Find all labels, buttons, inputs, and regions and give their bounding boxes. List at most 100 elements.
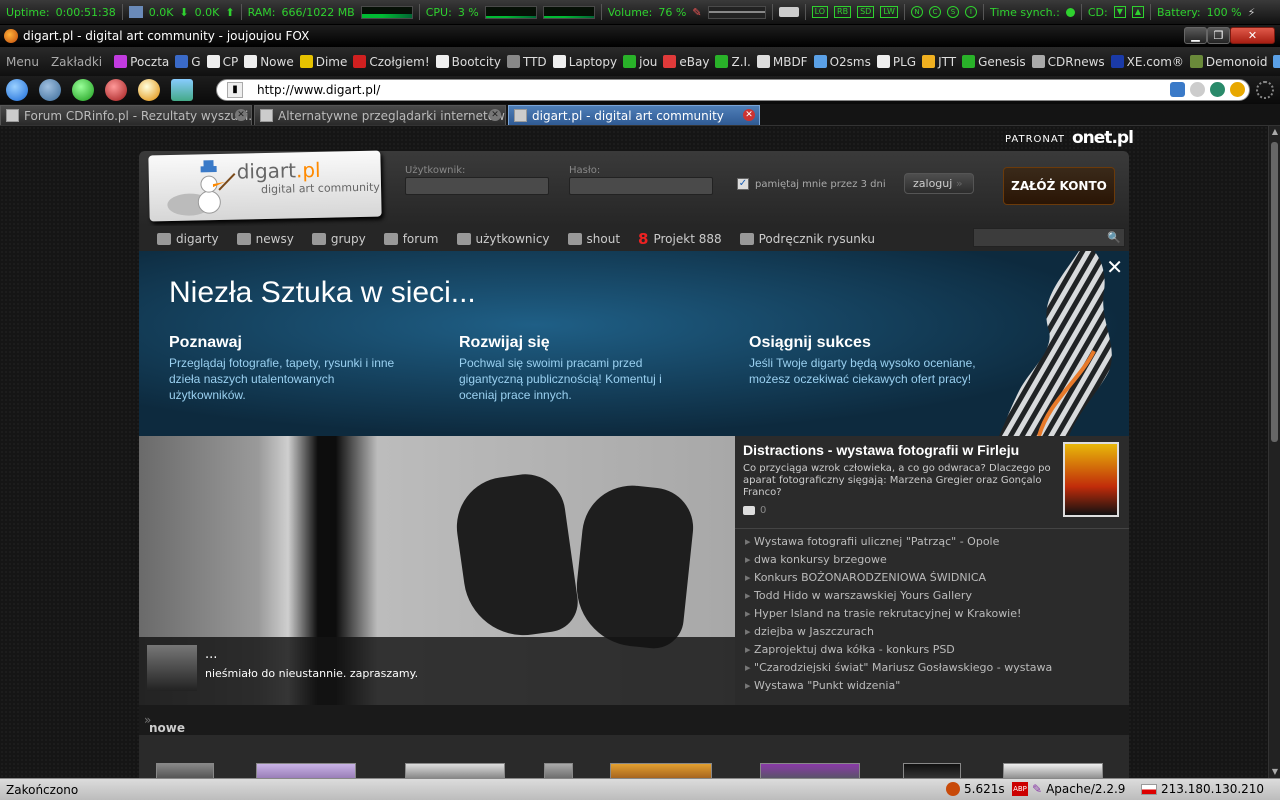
digart-thumbnail[interactable] (903, 763, 961, 778)
adblock-icon[interactable]: ABP (1012, 782, 1028, 796)
nav-item[interactable]: shout (567, 232, 620, 246)
bookmark-item[interactable]: CDRnews (1031, 55, 1105, 69)
featured-title[interactable]: ... (205, 647, 217, 662)
home-clock-icon[interactable] (138, 79, 160, 101)
digart-thumbnail[interactable] (760, 763, 860, 778)
close-banner-icon[interactable]: ✕ (1106, 255, 1123, 279)
digart-thumbnail[interactable] (256, 763, 356, 778)
scrollbar-thumb[interactable] (1271, 142, 1278, 442)
news-item[interactable]: dwa konkursy brzegowe (745, 551, 1052, 569)
digart-thumbnail[interactable] (610, 763, 712, 778)
username-field[interactable] (405, 177, 549, 195)
cd-close-icon[interactable]: ▲ (1131, 6, 1144, 18)
bookmark-item[interactable]: Poczta (114, 55, 169, 69)
site-search-input[interactable]: 🔍 (973, 228, 1125, 247)
nav-item[interactable]: digarty (157, 232, 219, 246)
browser-tab[interactable]: Alternatywne przeglądarki internetow... ✕ (254, 105, 506, 125)
bookmark-item[interactable]: PLG (876, 55, 916, 69)
rss-icon[interactable] (1170, 82, 1185, 97)
menu-button[interactable]: Menu (6, 55, 39, 69)
address-bar[interactable]: ▮ http://www.digart.pl/ (216, 79, 1250, 101)
news-headline[interactable]: Distractions - wystawa fotografii w Firl… (743, 442, 1019, 458)
bookmark-item[interactable]: JTT (922, 55, 956, 69)
image-icon[interactable] (171, 79, 193, 101)
news-item[interactable]: Konkurs BOŻONARODZENIOWA ŚWIDNICA (745, 569, 1052, 587)
onet-logo[interactable]: onet.pl (1072, 128, 1134, 148)
nav-item[interactable]: Podręcznik rysunku (739, 232, 875, 246)
bookmark-item[interactable]: Czołgiem! (353, 55, 430, 69)
author-avatar[interactable] (147, 645, 197, 691)
site-identity-icon[interactable]: ▮ (227, 82, 243, 98)
mute-icon[interactable]: ✎ (692, 6, 701, 19)
bookmark-item[interactable]: XE.com® (1110, 55, 1184, 69)
vertical-scrollbar[interactable]: ▲ ▼ (1268, 126, 1280, 778)
globe-icon[interactable] (1210, 82, 1225, 97)
volume-slider[interactable] (707, 5, 766, 19)
bookmark-label: Genesis (978, 54, 1026, 69)
bookmark-item[interactable]: Genesis (962, 55, 1026, 69)
digart-thumbnail[interactable] (1003, 763, 1103, 778)
nav-item[interactable]: użytkownicy (456, 232, 550, 246)
cpu-value: 3 % (457, 5, 479, 19)
cd-eject-icon[interactable]: ▼ (1113, 6, 1126, 18)
nav-item[interactable]: forum (383, 232, 439, 246)
bookmarks-menu[interactable]: Zakładki (51, 55, 102, 69)
digart-thumbnail[interactable] (544, 763, 573, 778)
bookmark-item[interactable]: G (175, 55, 201, 69)
news-item[interactable]: Hyper Island na trasie rekrutacyjnej w K… (745, 605, 1052, 623)
minimize-button[interactable]: ▁ (1184, 27, 1207, 44)
browser-tab[interactable]: Forum CDRinfo.pl - Rezultaty wyszuki... ✕ (0, 105, 252, 125)
news-item[interactable]: Wystawa fotografii ulicznej "Patrząc" - … (745, 533, 1052, 551)
tab-close-icon[interactable]: ✕ (489, 109, 501, 121)
login-button[interactable]: zaloguj » (904, 173, 974, 194)
bookmark-item[interactable]: Demonoid (1189, 55, 1267, 69)
bookmark-item[interactable]: Laptopy (552, 55, 617, 69)
bookmark-item[interactable]: jou (623, 55, 657, 69)
nav-item[interactable]: 8 Projekt 888 (638, 230, 722, 248)
remember-me[interactable]: ✓ pamiętaj mnie przez 3 dni (737, 178, 886, 190)
forward-icon[interactable] (39, 79, 61, 101)
digart-thumbnail[interactable] (156, 763, 214, 778)
bookmark-item[interactable]: Dime (299, 55, 347, 69)
news-poster[interactable] (1063, 442, 1119, 517)
bookmark-item[interactable]: O2sms (813, 55, 871, 69)
comment-icon (743, 506, 755, 515)
scroll-up-icon[interactable]: ▲ (1269, 126, 1280, 138)
bookmark-item[interactable]: eBay (663, 55, 709, 69)
digart-thumbnail[interactable] (405, 763, 505, 778)
search-icon[interactable]: 🔍 (1106, 230, 1122, 245)
news-item[interactable]: dziejba w Jaszczurach (745, 623, 1052, 641)
maximize-button[interactable]: ❐ (1207, 27, 1230, 44)
news-comments[interactable]: 0 (743, 505, 766, 516)
bookmark-item[interactable]: MBDF (756, 55, 808, 69)
nav-item[interactable]: newsy (236, 232, 294, 246)
news-item[interactable]: Todd Hido w warszawskiej Yours Gallery (745, 587, 1052, 605)
stop-icon[interactable] (105, 79, 127, 101)
close-window-button[interactable]: ✕ (1230, 27, 1275, 44)
url-text[interactable]: http://www.digart.pl/ (257, 83, 380, 97)
tab-close-icon[interactable]: ✕ (235, 109, 247, 121)
scroll-down-icon[interactable]: ▼ (1269, 766, 1280, 778)
back-icon[interactable] (6, 79, 28, 101)
news-item[interactable]: Wystawa "Punkt widzenia" (745, 677, 1052, 695)
remember-checkbox[interactable]: ✓ (737, 178, 749, 190)
tab-close-icon[interactable]: ✕ (743, 109, 755, 121)
bookmark-item[interactable]: DG (1273, 55, 1280, 69)
news-item[interactable]: "Czarodziejski świat" Mariusz Gosławskie… (745, 659, 1052, 677)
browser-tab[interactable]: digart.pl - digital art community ✕ (508, 105, 760, 125)
signup-button[interactable]: ZAŁÓŻ KONTO (1003, 167, 1115, 205)
reload-icon[interactable] (72, 79, 94, 101)
bookmark-item[interactable]: CP (206, 55, 238, 69)
bulb-icon[interactable] (1190, 82, 1205, 97)
featured-digart[interactable]: ... nieśmiało do nieustannie. zapraszamy… (139, 436, 735, 705)
digart-logo[interactable]: digart.pl digital art community (148, 150, 382, 222)
bookmark-item[interactable]: Bootcity (435, 55, 501, 69)
snowman-icon (167, 160, 236, 216)
star-icon[interactable] (1230, 82, 1245, 97)
news-item[interactable]: Zaprojektuj dwa kółka - konkurs PSD (745, 641, 1052, 659)
nav-item[interactable]: grupy (311, 232, 366, 246)
bookmark-item[interactable]: TTD (506, 55, 547, 69)
bookmark-item[interactable]: Z.I. (715, 55, 751, 69)
bookmark-item[interactable]: Nowe (244, 55, 294, 69)
password-field[interactable] (569, 177, 713, 195)
